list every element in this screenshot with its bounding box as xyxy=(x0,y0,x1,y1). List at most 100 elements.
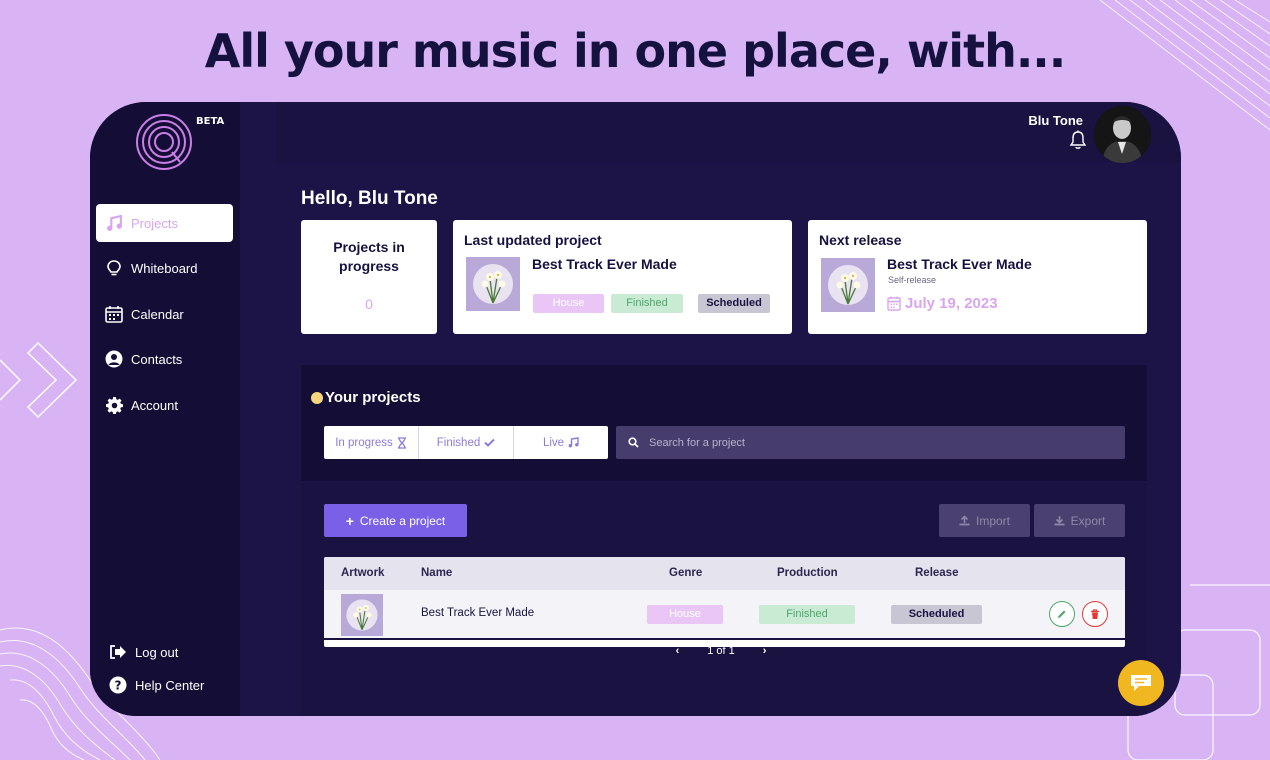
top-bar xyxy=(276,102,1181,162)
gear-icon xyxy=(105,396,123,414)
genre-badge: House xyxy=(647,605,723,624)
calendar-icon xyxy=(887,296,901,311)
app-window: BETA Projects Whiteboard Calendar Contac… xyxy=(90,102,1181,716)
download-icon xyxy=(1054,516,1065,526)
lightbulb-icon xyxy=(105,259,123,277)
genre-badge: House xyxy=(533,294,604,313)
status-dot-icon xyxy=(311,391,323,404)
help-center-link[interactable]: ? Help Center xyxy=(100,666,237,704)
search-icon xyxy=(628,437,639,448)
help-icon: ? xyxy=(109,676,127,694)
project-filters: In progress Finished Live xyxy=(324,426,608,459)
create-project-button[interactable]: + Create a project xyxy=(324,504,467,537)
column-header: Artwork xyxy=(341,567,385,579)
sidebar-item-label: Projects xyxy=(131,215,178,231)
filter-label: Finished xyxy=(436,436,481,449)
sidebar-item-account[interactable]: Account xyxy=(96,386,233,424)
logo-icon xyxy=(136,114,192,170)
production-badge: Finished xyxy=(759,605,855,624)
logout-label: Log out xyxy=(135,644,179,660)
export-label: Export xyxy=(1070,513,1106,528)
chat-support-button[interactable] xyxy=(1118,660,1164,706)
artwork-thumbnail xyxy=(821,258,875,312)
search-bar xyxy=(616,426,1125,459)
section-title: Your projects xyxy=(325,389,421,406)
prev-page-button[interactable]: ‹ xyxy=(676,645,680,657)
user-name: Blu Tone xyxy=(1028,113,1083,128)
track-name: Best Track Ever Made xyxy=(532,256,677,272)
filter-in-progress[interactable]: In progress xyxy=(324,426,419,459)
card-projects-in-progress: Projects in progress 0 xyxy=(301,220,437,334)
table-row[interactable]: Best Track Ever Made House Finished Sche… xyxy=(324,590,1125,640)
filter-live[interactable]: Live xyxy=(514,426,608,459)
card-last-updated[interactable]: Last updated project Best Track Ever Mad… xyxy=(453,220,792,334)
table-header: Artwork Name Genre Production Release xyxy=(324,557,1125,590)
import-label: Import xyxy=(975,513,1010,528)
pagination: ‹ 1 of 1 › xyxy=(661,641,781,661)
your-projects-title: Your projects xyxy=(311,389,421,406)
filter-finished[interactable]: Finished xyxy=(419,426,514,459)
bell-icon[interactable] xyxy=(1069,130,1087,150)
chat-bubble-icon xyxy=(1131,675,1151,691)
headline: All your music in one place, with... xyxy=(204,24,1067,78)
avatar[interactable] xyxy=(1094,106,1151,163)
delete-button[interactable] xyxy=(1082,601,1108,627)
sidebar-item-label: Calendar xyxy=(131,306,184,322)
import-button[interactable]: Import xyxy=(939,504,1030,537)
card-title: Projects in progress xyxy=(333,239,405,274)
column-header: Release xyxy=(915,567,959,579)
sidebar: BETA Projects Whiteboard Calendar Contac… xyxy=(90,102,240,716)
release-date-text: July 19, 2023 xyxy=(905,295,998,312)
release-badge: Scheduled xyxy=(891,605,982,624)
pencil-icon xyxy=(1058,610,1066,618)
decorative-chevrons-left xyxy=(0,341,78,419)
calendar-icon xyxy=(105,305,123,323)
music-icon xyxy=(568,437,579,448)
upload-icon xyxy=(959,515,970,526)
table-panel: + Create a project Import Export Artwork… xyxy=(301,482,1147,716)
help-center-label: Help Center xyxy=(135,677,205,693)
card-next-release[interactable]: Next release Best Track Ever Made Self-r… xyxy=(808,220,1147,334)
artwork-thumbnail xyxy=(341,594,383,636)
release-badge: Scheduled xyxy=(698,294,770,313)
greeting: Hello, Blu Tone xyxy=(301,188,438,209)
logout-icon xyxy=(109,643,127,661)
plus-icon: + xyxy=(345,512,354,529)
release-type: Self-release xyxy=(888,275,937,285)
page-indicator: 1 of 1 xyxy=(707,645,735,657)
column-header: Production xyxy=(777,567,838,579)
check-icon xyxy=(484,438,495,447)
track-name: Best Track Ever Made xyxy=(887,256,1032,272)
release-date: July 19, 2023 xyxy=(887,295,998,312)
sidebar-item-label: Contacts xyxy=(131,351,183,367)
column-header: Name xyxy=(421,567,453,579)
search-input[interactable] xyxy=(649,436,1089,449)
edit-button[interactable] xyxy=(1049,601,1075,627)
sidebar-item-label: Account xyxy=(131,397,178,413)
projects-table: Artwork Name Genre Production Release Be… xyxy=(324,557,1125,647)
beta-badge: BETA xyxy=(196,116,225,127)
sidebar-item-calendar[interactable]: Calendar xyxy=(96,295,233,333)
hourglass-icon xyxy=(397,436,406,449)
filter-label: Live xyxy=(542,436,565,449)
project-name[interactable]: Best Track Ever Made xyxy=(421,607,534,619)
artwork-thumbnail xyxy=(466,257,520,311)
card-title: Next release xyxy=(819,232,902,248)
sidebar-item-label: Whiteboard xyxy=(131,260,198,276)
in-progress-count: 0 xyxy=(365,296,373,312)
music-note-icon xyxy=(105,214,123,232)
svg-text:?: ? xyxy=(115,679,122,693)
user-circle-icon xyxy=(105,350,123,368)
card-title: Last updated project xyxy=(464,232,602,248)
next-page-button[interactable]: › xyxy=(763,645,767,657)
export-button[interactable]: Export xyxy=(1034,504,1125,537)
trash-icon xyxy=(1091,608,1099,619)
production-badge: Finished xyxy=(611,294,683,313)
filter-label: In progress xyxy=(335,436,393,449)
column-header: Genre xyxy=(669,567,703,579)
create-label: Create a project xyxy=(359,513,446,528)
sidebar-item-whiteboard[interactable]: Whiteboard xyxy=(96,249,233,287)
sidebar-item-contacts[interactable]: Contacts xyxy=(96,340,233,378)
sidebar-item-projects[interactable]: Projects xyxy=(96,204,233,242)
projects-panel: Your projects In progress Finished Live xyxy=(301,365,1147,481)
